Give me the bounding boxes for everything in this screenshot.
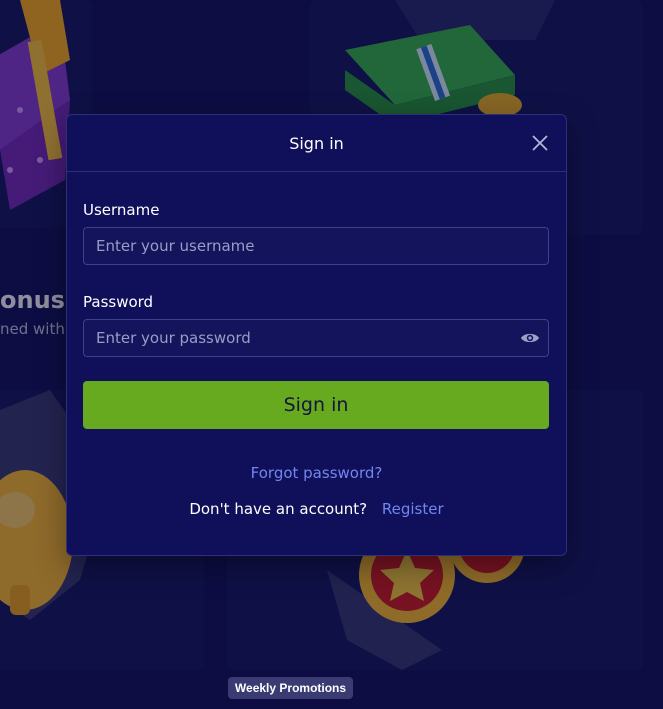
username-field-wrapper bbox=[83, 227, 550, 265]
modal-title: Sign in bbox=[289, 133, 344, 153]
modal-header: Sign in bbox=[67, 115, 566, 172]
password-input[interactable] bbox=[83, 319, 549, 357]
username-label: Username bbox=[83, 201, 160, 219]
password-label: Password bbox=[83, 293, 154, 311]
password-field-wrapper bbox=[83, 319, 550, 357]
register-row: Don't have an account? Register bbox=[83, 500, 550, 518]
signin-modal: Sign in Username Password Sign in bbox=[66, 114, 567, 556]
forgot-password-row: Forgot password? bbox=[83, 463, 550, 482]
forgot-password-link[interactable]: Forgot password? bbox=[251, 464, 383, 482]
username-input[interactable] bbox=[83, 227, 549, 265]
eye-icon bbox=[521, 333, 539, 343]
weekly-promotions-badge[interactable]: Weekly Promotions bbox=[228, 677, 353, 699]
close-icon bbox=[532, 135, 548, 151]
signin-button[interactable]: Sign in bbox=[83, 381, 549, 429]
no-account-text: Don't have an account? bbox=[189, 500, 368, 518]
close-button[interactable] bbox=[530, 133, 550, 153]
register-link[interactable]: Register bbox=[382, 500, 444, 518]
signin-form: Username Password Sign in Forgot passwor… bbox=[67, 201, 566, 518]
password-visibility-toggle[interactable] bbox=[520, 328, 540, 348]
